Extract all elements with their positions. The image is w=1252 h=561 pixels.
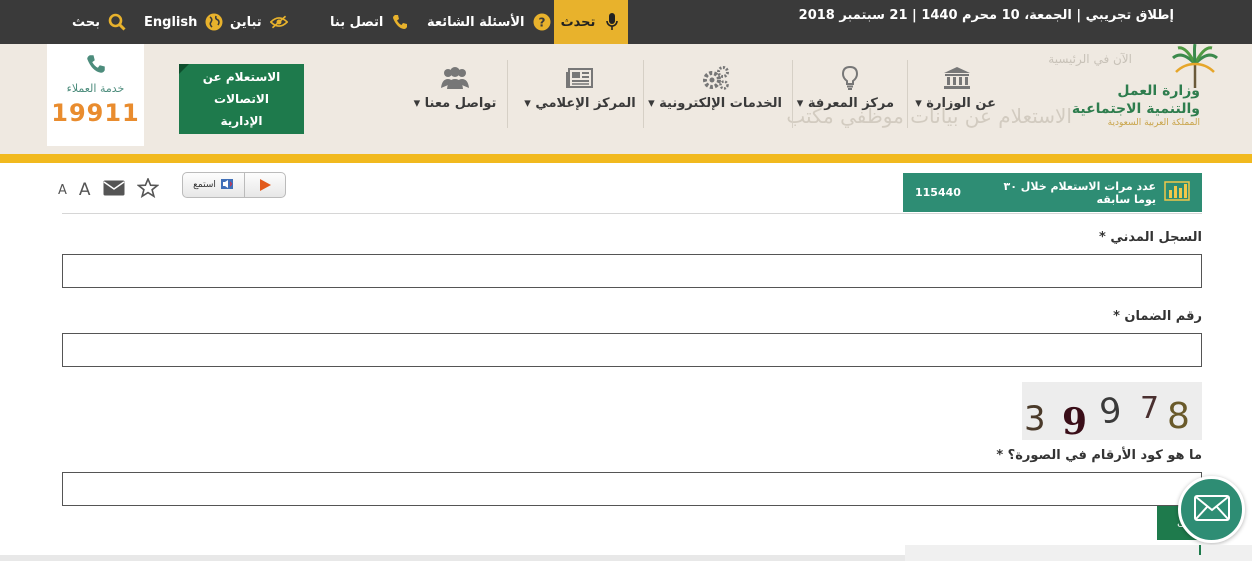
hotline-number: 19911 xyxy=(51,99,140,127)
search-link[interactable]: بحث xyxy=(72,0,126,44)
lightbulb-icon xyxy=(806,64,894,92)
svg-text:7: 7 xyxy=(1140,391,1159,426)
star-icon[interactable] xyxy=(135,176,160,202)
users-icon xyxy=(410,64,500,92)
email-icon[interactable] xyxy=(103,180,125,200)
newspaper-icon xyxy=(524,64,636,92)
nav-divider xyxy=(907,60,908,128)
search-icon xyxy=(108,13,126,31)
svg-text:8: 8 xyxy=(1167,396,1190,437)
admin-contacts-inquiry-button[interactable]: الاستعلام عن الاتصالات الإدارية xyxy=(179,64,304,134)
listen-label: استمع xyxy=(193,180,216,190)
nav-about-ministry[interactable]: عن الوزارة ▾ xyxy=(915,64,996,111)
ministry-name-line1: وزارة العمل xyxy=(1117,83,1200,99)
speak-label: تحدث xyxy=(560,14,596,30)
envelope-icon xyxy=(1193,494,1230,525)
guarantee-number-label: رقم الضمان * xyxy=(1113,309,1202,324)
feedback-mail-button[interactable] xyxy=(1178,476,1245,543)
accessibility-tools: A A xyxy=(58,176,160,204)
date-display: إطلاق تجريبي | الجمعة، 10 محرم 1440 | 21… xyxy=(798,7,1174,23)
nav-media-center-label: المركز الإعلامي ▾ xyxy=(524,96,636,111)
listen-label-area: استمع xyxy=(183,173,245,197)
captcha-input[interactable] xyxy=(62,472,1202,506)
nav-eservices-label: الخدمات الإلكترونية ▾ xyxy=(648,96,782,111)
nav-about-ministry-label: عن الوزارة ▾ xyxy=(915,96,996,111)
bar-chart-icon xyxy=(1164,181,1190,204)
nav-divider xyxy=(643,60,644,128)
play-icon[interactable] xyxy=(245,178,285,192)
inquiry-count-label: عدد مرات الاستعلام خلال ٣٠ يوما سابقه xyxy=(1003,179,1156,206)
captcha-image: 3 9 9 7 8 xyxy=(1022,382,1202,443)
nav-knowledge-center[interactable]: مركز المعرفة ▾ xyxy=(796,64,894,111)
header-accent-line xyxy=(0,154,1252,163)
nav-contact-us[interactable]: تواصل معنا ▾ xyxy=(410,64,500,111)
customer-service-box[interactable]: خدمة العملاء 19911 xyxy=(47,44,144,146)
nav-media-center[interactable]: المركز الإعلامي ▾ xyxy=(524,64,636,111)
contrast-label: تباين xyxy=(230,14,262,30)
globe-icon xyxy=(205,13,223,31)
contact-label: اتصل بنا xyxy=(330,14,384,30)
toolbar-divider xyxy=(62,213,1202,214)
microphone-icon xyxy=(603,13,621,31)
captcha-label: ما هو كود الأرقام في الصورة؟ * xyxy=(996,448,1202,463)
footer-marker xyxy=(1199,545,1201,555)
svg-text:9: 9 xyxy=(1097,390,1124,433)
inquiry-count-box: عدد مرات الاستعلام خلال ٣٠ يوما سابقه 11… xyxy=(903,173,1202,212)
guarantee-number-input[interactable] xyxy=(62,333,1202,367)
english-label: English xyxy=(144,14,198,30)
top-bar: إطلاق تجريبي | الجمعة، 10 محرم 1440 | 21… xyxy=(0,0,1252,44)
english-link[interactable]: English xyxy=(144,0,223,44)
breadcrumb-ghost: الآن في الرئيسية xyxy=(1048,52,1132,66)
svg-text:?: ? xyxy=(538,16,545,30)
ministry-name: وزارة العمل والتنمية الاجتماعية المملكة … xyxy=(1072,82,1200,128)
civil-record-input[interactable] xyxy=(62,254,1202,288)
ministry-name-line2: والتنمية الاجتماعية xyxy=(1071,101,1200,117)
question-icon: ? xyxy=(533,13,551,31)
faq-link[interactable]: الأسئلة الشائعة ? xyxy=(427,0,551,44)
nav-contact-us-label: تواصل معنا ▾ xyxy=(413,96,497,111)
nav-divider xyxy=(792,60,793,128)
gears-icon xyxy=(650,64,782,92)
faq-label: الأسئلة الشائعة xyxy=(427,14,525,30)
font-decrease-button[interactable]: A xyxy=(58,183,67,198)
search-label: بحث xyxy=(72,14,101,30)
ministry-country: المملكة العربية السعودية xyxy=(1107,118,1200,128)
building-icon xyxy=(918,64,996,92)
font-increase-button[interactable]: A xyxy=(79,180,91,200)
phone-icon xyxy=(391,13,409,31)
svg-text:3: 3 xyxy=(1024,399,1046,439)
speak-button[interactable]: تحدث xyxy=(554,0,628,44)
inquiry-label: الاستعلام عن الاتصالات الإدارية xyxy=(202,70,281,128)
phone-icon xyxy=(47,54,144,78)
nav-knowledge-center-label: مركز المعرفة ▾ xyxy=(796,96,894,111)
nav-divider xyxy=(507,60,508,128)
nav-eservices[interactable]: الخدمات الإلكترونية ▾ xyxy=(648,64,782,111)
contrast-toggle[interactable]: تباين xyxy=(230,0,288,44)
eye-slash-icon xyxy=(269,13,288,31)
speaker-icon xyxy=(220,178,234,193)
hotline-label: خدمة العملاء xyxy=(66,82,125,95)
contact-link[interactable]: اتصل بنا xyxy=(330,0,409,44)
listen-button[interactable]: استمع xyxy=(182,172,286,198)
inquiry-count-value: 115440 xyxy=(915,186,961,199)
civil-record-label: السجل المدني * xyxy=(1099,230,1202,245)
svg-text:9: 9 xyxy=(1062,401,1087,440)
